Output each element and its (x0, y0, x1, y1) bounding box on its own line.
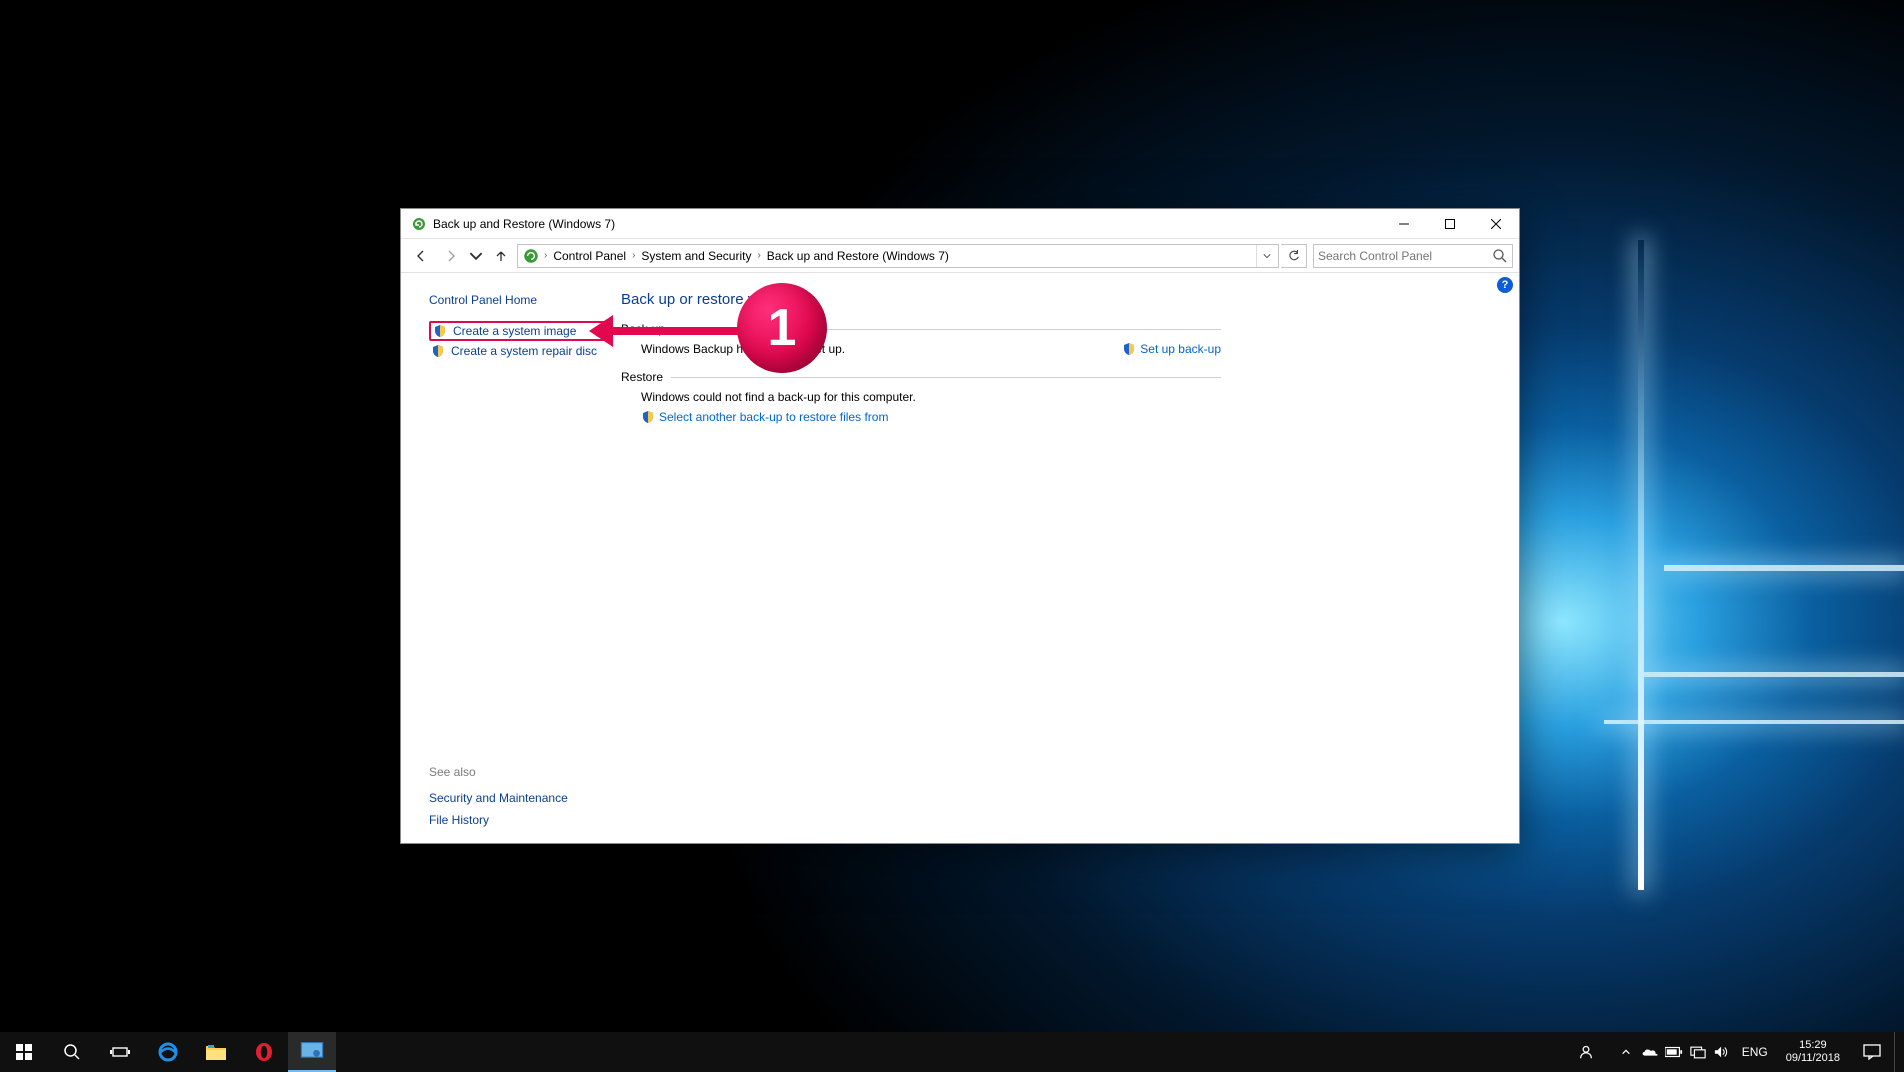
taskbar-app-file-explorer[interactable] (192, 1032, 240, 1072)
wallpaper-beam (1664, 565, 1904, 571)
volume-icon[interactable] (1710, 1032, 1734, 1072)
control-panel-home-link[interactable]: Control Panel Home (429, 293, 607, 307)
restore-label: Restore (621, 370, 663, 384)
taskbar-app-opera[interactable] (240, 1032, 288, 1072)
clock[interactable]: 15:29 09/11/2018 (1776, 1032, 1850, 1072)
tray-overflow-button[interactable] (1614, 1032, 1638, 1072)
breadcrumb-item[interactable]: Control Panel (549, 245, 630, 267)
search-box[interactable] (1313, 244, 1513, 268)
battery-icon[interactable] (1662, 1032, 1686, 1072)
sidebar-item-label: Create a system image (453, 324, 576, 338)
minimize-button[interactable] (1381, 209, 1427, 239)
start-button[interactable] (0, 1032, 48, 1072)
window-title: Back up and Restore (Windows 7) (433, 217, 615, 231)
shield-icon (433, 324, 447, 338)
taskbar-app-control-panel[interactable] (288, 1032, 336, 1072)
recent-locations-button[interactable] (467, 242, 485, 270)
chevron-right-icon[interactable]: › (630, 250, 637, 261)
people-button[interactable] (1574, 1032, 1598, 1072)
restore-section-header: Restore (621, 370, 1221, 384)
show-desktop-button[interactable] (1894, 1032, 1900, 1072)
task-view-button[interactable] (96, 1032, 144, 1072)
create-repair-disc-link[interactable]: Create a system repair disc (429, 341, 607, 361)
address-bar[interactable]: › Control Panel › System and Security › … (517, 244, 1279, 268)
language-indicator[interactable]: ENG (1734, 1032, 1776, 1072)
refresh-button[interactable] (1281, 244, 1307, 268)
taskbar-app-edge[interactable] (144, 1032, 192, 1072)
forward-button[interactable] (437, 242, 465, 270)
see-also-heading: See also (429, 765, 607, 779)
close-button[interactable] (1473, 209, 1519, 239)
setup-backup-link[interactable]: Set up back-up (1122, 342, 1221, 356)
divider (673, 329, 1221, 330)
content-area: ? Control Panel Home Create a system ima… (401, 273, 1519, 843)
control-panel-window: Back up and Restore (Windows 7) (400, 208, 1520, 844)
wallpaper-beam (1604, 720, 1904, 724)
security-maintenance-link[interactable]: Security and Maintenance (429, 791, 607, 805)
backup-restore-icon (522, 247, 540, 265)
sidebar-item-label: Create a system repair disc (451, 344, 597, 358)
divider (671, 377, 1221, 378)
clock-date: 09/11/2018 (1786, 1052, 1840, 1065)
nav-bar: › Control Panel › System and Security › … (401, 239, 1519, 273)
sidebar: Control Panel Home Create a system image… (401, 273, 615, 843)
search-icon (1492, 248, 1508, 264)
network-icon[interactable] (1686, 1032, 1710, 1072)
shield-icon (1122, 342, 1136, 356)
titlebar: Back up and Restore (Windows 7) (401, 209, 1519, 239)
search-button[interactable] (48, 1032, 96, 1072)
create-system-image-link[interactable]: Create a system image (429, 321, 607, 341)
wallpaper-beam (1644, 672, 1904, 677)
backup-section-header: Back-up (621, 322, 1221, 336)
taskbar: ENG 15:29 09/11/2018 (0, 1032, 1904, 1072)
file-history-link[interactable]: File History (429, 813, 607, 827)
setup-backup-label: Set up back-up (1140, 342, 1221, 356)
onedrive-icon[interactable] (1638, 1032, 1662, 1072)
chevron-right-icon[interactable]: › (542, 250, 549, 261)
main-panel: Back up or restore your files Back-up Wi… (615, 273, 1519, 843)
shield-icon (641, 410, 655, 424)
back-button[interactable] (407, 242, 435, 270)
breadcrumb-item[interactable]: Back up and Restore (Windows 7) (763, 245, 953, 267)
address-dropdown-button[interactable] (1256, 245, 1276, 267)
breadcrumb-item[interactable]: System and Security (637, 245, 755, 267)
select-another-backup-label: Select another back-up to restore files … (659, 410, 888, 424)
up-button[interactable] (487, 242, 515, 270)
wallpaper-beam (1638, 240, 1644, 890)
chevron-right-icon[interactable]: › (755, 250, 762, 261)
backup-status-text: Windows Backup has not been set up. (621, 342, 1122, 356)
page-title: Back up or restore your files (621, 291, 1495, 308)
restore-status-text: Windows could not find a back-up for thi… (621, 390, 1495, 404)
clock-time: 15:29 (1799, 1039, 1827, 1052)
search-input[interactable] (1318, 249, 1492, 263)
action-center-button[interactable] (1850, 1032, 1894, 1072)
maximize-button[interactable] (1427, 209, 1473, 239)
shield-icon (431, 344, 445, 358)
select-another-backup-link[interactable]: Select another back-up to restore files … (641, 410, 888, 424)
backup-restore-icon (411, 216, 427, 232)
backup-label: Back-up (621, 322, 665, 336)
